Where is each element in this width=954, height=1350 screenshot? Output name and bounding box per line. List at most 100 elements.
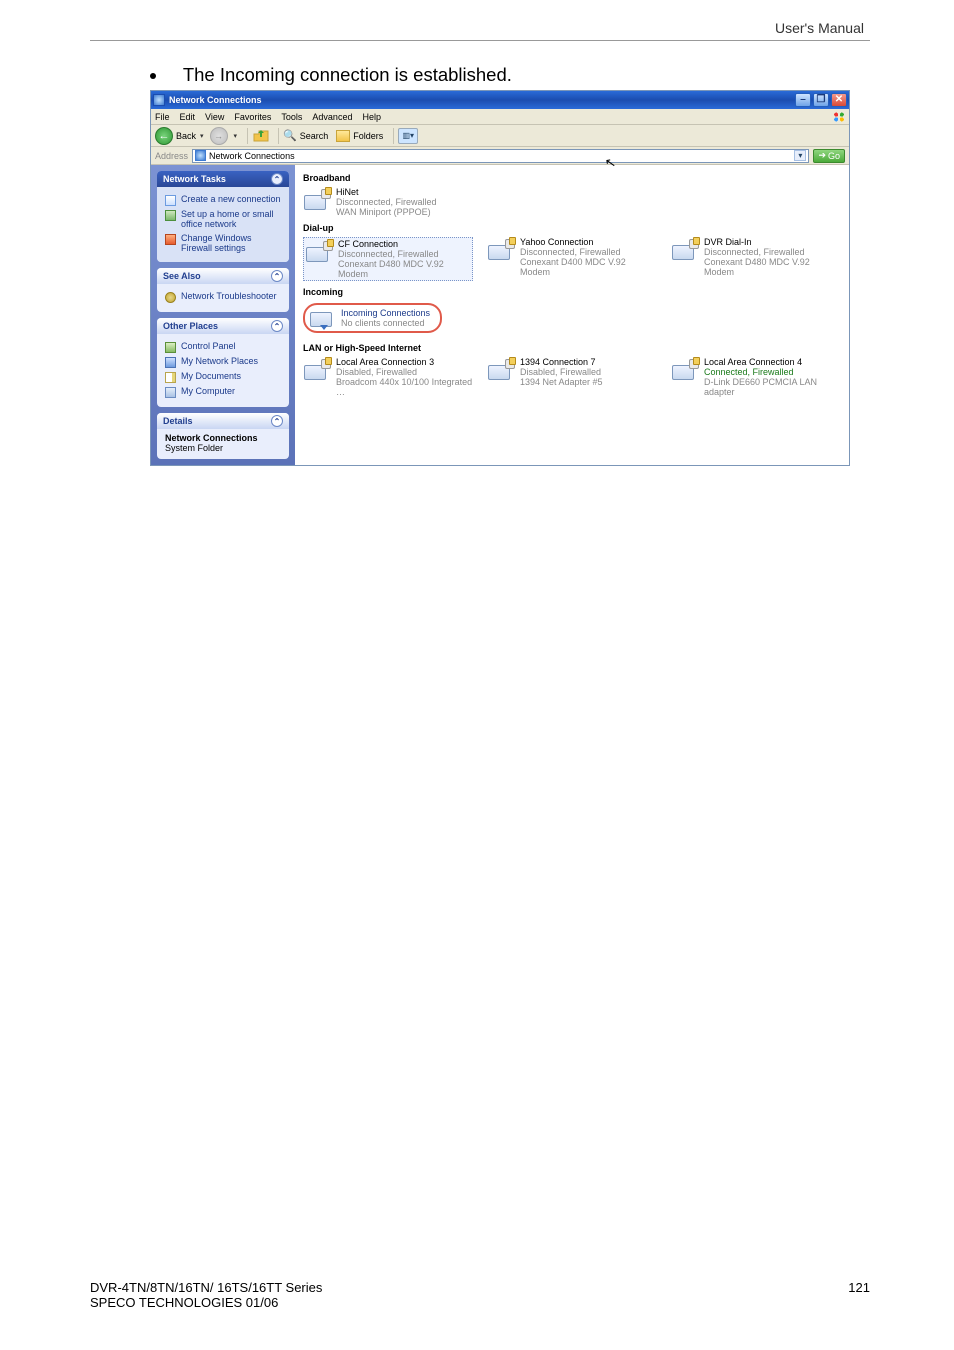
address-text: Network Connections <box>209 151 295 161</box>
minimize-button[interactable]: – <box>795 93 811 107</box>
forward-dropdown-icon[interactable]: ▾ <box>234 132 238 140</box>
collapse-icon[interactable]: ⌃ <box>271 173 283 185</box>
header-rule <box>90 40 870 41</box>
panel-title-other: Other Places <box>163 321 218 331</box>
connection-icon <box>671 237 699 263</box>
up-button[interactable] <box>252 127 270 145</box>
conn-yahoo[interactable]: Yahoo Connection Disconnected, Firewalle… <box>487 237 657 281</box>
menu-advanced[interactable]: Advanced <box>312 112 352 122</box>
search-icon[interactable]: 🔍 <box>283 129 297 142</box>
close-button[interactable]: ✕ <box>831 93 847 107</box>
window-network-connections: Network Connections – ❐ ✕ File Edit View… <box>150 90 850 466</box>
other-label: Control Panel <box>181 341 236 351</box>
conn-name: Local Area Connection 3 <box>336 357 473 367</box>
back-button-label[interactable]: Back <box>176 131 196 141</box>
other-item-controlpanel[interactable]: Control Panel <box>165 341 281 353</box>
addressbar: Address Network Connections ▾ ➔ Go <box>151 147 849 165</box>
my-computer-icon <box>165 387 176 398</box>
connection-icon <box>305 239 333 265</box>
conn-dvr-dialin[interactable]: DVR Dial-In Disconnected, Firewalled Con… <box>671 237 841 281</box>
toolbar-sep <box>247 128 248 144</box>
go-button[interactable]: ➔ Go <box>813 149 845 163</box>
task-item-create[interactable]: Create a new connection <box>165 194 281 206</box>
conn-device: Broadcom 440x 10/100 Integrated … <box>336 377 473 397</box>
details-line1: Network Connections <box>165 433 281 443</box>
conn-name: HiNet <box>336 187 437 197</box>
conn-1394-7[interactable]: 1394 Connection 7 Disabled, Firewalled 1… <box>487 357 657 397</box>
home-network-icon <box>165 210 176 221</box>
back-dropdown-icon[interactable]: ▾ <box>200 132 204 140</box>
connection-icon <box>487 357 515 383</box>
conn-lan3[interactable]: Local Area Connection 3 Disabled, Firewa… <box>303 357 473 397</box>
connection-icon <box>487 237 515 263</box>
left-pane: Network Tasks ⌃ Create a new connection … <box>151 165 295 465</box>
other-label: My Computer <box>181 386 235 396</box>
conn-hinet[interactable]: HiNet Disconnected, Firewalled WAN Minip… <box>303 187 473 217</box>
go-arrow-icon: ➔ <box>818 150 826 161</box>
address-dropdown-icon[interactable]: ▾ <box>794 150 806 161</box>
details-line2: System Folder <box>165 443 281 453</box>
right-pane: ↖ Broadband HiNet Disconnected, Firewall… <box>295 165 849 465</box>
other-item-computer[interactable]: My Computer <box>165 386 281 398</box>
group-incoming-title: Incoming <box>303 287 841 297</box>
menu-file[interactable]: File <box>155 112 170 122</box>
address-field[interactable]: Network Connections ▾ <box>192 149 809 163</box>
menu-view[interactable]: View <box>205 112 224 122</box>
conn-device: D-Link DE660 PCMCIA LAN adapter <box>704 377 841 397</box>
conn-status: Disconnected, Firewalled <box>520 247 657 257</box>
conn-status: No clients connected <box>341 318 430 328</box>
conn-name: CF Connection <box>338 239 471 249</box>
conn-cf[interactable]: CF Connection Disconnected, Firewalled C… <box>303 237 473 281</box>
other-item-documents[interactable]: My Documents <box>165 371 281 383</box>
conn-status: Disabled, Firewalled <box>336 367 473 377</box>
panel-title-tasks: Network Tasks <box>163 174 226 184</box>
search-button-label[interactable]: Search <box>300 131 329 141</box>
panel-header-other[interactable]: Other Places ⌃ <box>157 318 289 334</box>
conn-device: Conexant D480 MDC V.92 Modem <box>338 259 471 279</box>
views-button[interactable]: ▥▾ <box>398 128 418 144</box>
seealso-item-troubleshooter[interactable]: Network Troubleshooter <box>165 291 281 303</box>
bullet-dot-icon <box>150 73 156 79</box>
intro-text: The Incoming connection is established. <box>183 64 512 85</box>
menu-tools[interactable]: Tools <box>281 112 302 122</box>
conn-name: Local Area Connection 4 <box>704 357 841 367</box>
footer-page-number: 121 <box>848 1280 870 1310</box>
menu-favorites[interactable]: Favorites <box>234 112 271 122</box>
task-label: Change Windows Firewall settings <box>181 233 281 254</box>
task-item-firewall[interactable]: Change Windows Firewall settings <box>165 233 281 254</box>
folders-button-label[interactable]: Folders <box>353 131 383 141</box>
panel-other-places: Other Places ⌃ Control Panel My Network … <box>157 318 289 407</box>
panel-header-details[interactable]: Details ⌃ <box>157 413 289 429</box>
forward-button[interactable]: → <box>210 127 228 145</box>
collapse-icon[interactable]: ⌃ <box>271 270 283 282</box>
client-area: Network Tasks ⌃ Create a new connection … <box>151 165 849 465</box>
conn-device: 1394 Net Adapter #5 <box>520 377 603 387</box>
titlebar[interactable]: Network Connections – ❐ ✕ <box>151 91 849 109</box>
menu-edit[interactable]: Edit <box>180 112 196 122</box>
collapse-icon[interactable]: ⌃ <box>271 320 283 332</box>
conn-lan4[interactable]: Local Area Connection 4 Connected, Firew… <box>671 357 841 397</box>
menu-help[interactable]: Help <box>362 112 381 122</box>
toolbar-sep3 <box>393 128 394 144</box>
toolbar-sep2 <box>278 128 279 144</box>
page-header-right: User's Manual <box>775 20 864 36</box>
menubar: File Edit View Favorites Tools Advanced … <box>151 109 849 125</box>
panel-header-tasks[interactable]: Network Tasks ⌃ <box>157 171 289 187</box>
maximize-button[interactable]: ❐ <box>813 93 829 107</box>
intro-bullet: The Incoming connection is established. <box>150 64 512 86</box>
conn-status: Disconnected, Firewalled <box>338 249 471 259</box>
address-icon <box>195 150 206 161</box>
control-panel-icon <box>165 342 176 353</box>
folders-icon[interactable] <box>336 130 350 142</box>
task-item-home[interactable]: Set up a home or small office network <box>165 209 281 230</box>
page-footer: DVR-4TN/8TN/16TN/ 16TS/16TT Series SPECO… <box>90 1280 870 1310</box>
window-icon <box>153 94 165 106</box>
conn-incoming-selected[interactable]: Incoming Connections No clients connecte… <box>303 303 442 333</box>
other-label: My Network Places <box>181 356 258 366</box>
address-label: Address <box>155 151 188 161</box>
panel-header-seealso[interactable]: See Also ⌃ <box>157 268 289 284</box>
back-button-icon[interactable]: ← <box>155 127 173 145</box>
collapse-icon[interactable]: ⌃ <box>271 415 283 427</box>
other-item-networkplaces[interactable]: My Network Places <box>165 356 281 368</box>
seealso-label: Network Troubleshooter <box>181 291 277 301</box>
